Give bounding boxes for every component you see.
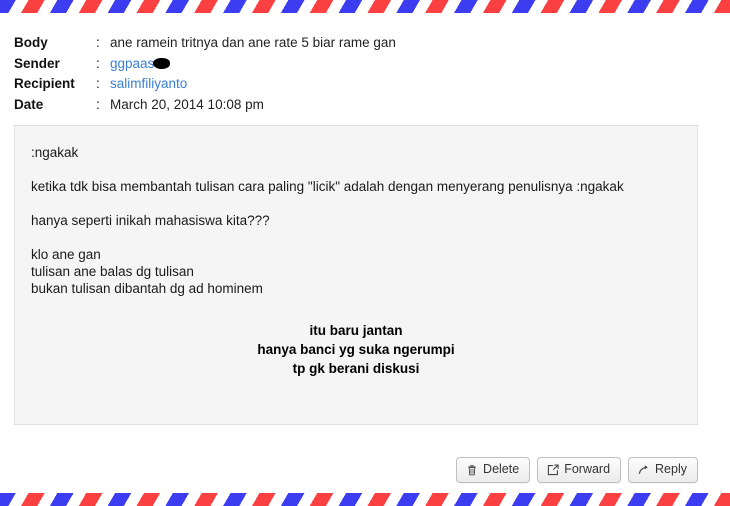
recipient-link[interactable]: salimfiliyanto [110, 76, 187, 91]
message-centered-line: itu baru jantan [309, 323, 403, 338]
meta-separator: : [96, 96, 100, 112]
message-centered-line: hanya banci yg suka ngerumpi [257, 342, 455, 357]
reply-button[interactable]: Reply [628, 457, 698, 483]
letter-sheet: Body : ane ramein tritnya dan ane rate 5… [0, 13, 730, 493]
redaction-blob-icon [153, 57, 171, 69]
meta-value-date: March 20, 2014 10:08 pm [110, 96, 264, 112]
airmail-border-top [0, 0, 730, 13]
message-line: tulisan ane balas dg tulisan [31, 264, 194, 279]
meta-separator: : [96, 76, 100, 91]
sender-link[interactable]: ggpaas [110, 56, 154, 71]
airmail-border-bottom [0, 493, 730, 506]
meta-label-date: Date [14, 96, 44, 112]
message-action-bar: Delete Forward Reply [456, 457, 698, 483]
delete-button-label: Delete [483, 462, 520, 476]
message-line: klo ane gan [31, 247, 101, 262]
forward-button[interactable]: Forward [537, 457, 622, 483]
meta-row-sender: Sender : ggpaas [14, 54, 396, 75]
forward-button-label: Forward [564, 462, 611, 476]
meta-row-body: Body : ane ramein tritnya dan ane rate 5… [14, 33, 396, 54]
share-box-icon [547, 463, 559, 476]
meta-value-recipient: salimfiliyanto [110, 74, 396, 95]
reply-arrow-icon [638, 464, 650, 476]
meta-value-body: ane ramein tritnya dan ane rate 5 biar r… [110, 35, 396, 50]
message-centered-line: tp gk berani diskusi [292, 361, 420, 376]
meta-separator: : [96, 55, 100, 71]
meta-row-date: Date : March 20, 2014 10:08 pm [14, 95, 396, 116]
message-line: hanya seperti inikah mahasiswa kita??? [31, 213, 270, 228]
meta-label-recipient: Recipient [14, 76, 75, 91]
reply-button-label: Reply [655, 462, 687, 476]
delete-button[interactable]: Delete [456, 457, 531, 483]
message-header-table: Body : ane ramein tritnya dan ane rate 5… [14, 33, 396, 115]
meta-separator: : [96, 35, 100, 50]
meta-label-sender: Sender [14, 55, 60, 71]
message-body-panel: :ngakak ketika tdk bisa membantah tulisa… [14, 125, 698, 425]
meta-row-recipient: Recipient : salimfiliyanto [14, 74, 396, 95]
meta-value-sender: ggpaas [110, 54, 396, 75]
message-line: :ngakak [31, 145, 79, 160]
message-line: bukan tulisan dibantah dg ad hominem [31, 281, 263, 296]
message-line: ketika tdk bisa membantah tulisan cara p… [31, 179, 624, 194]
trash-icon [466, 464, 478, 476]
meta-label-body: Body [14, 35, 48, 50]
message-signature-block: itu baru jantan hanya banci yg suka nger… [31, 321, 681, 378]
